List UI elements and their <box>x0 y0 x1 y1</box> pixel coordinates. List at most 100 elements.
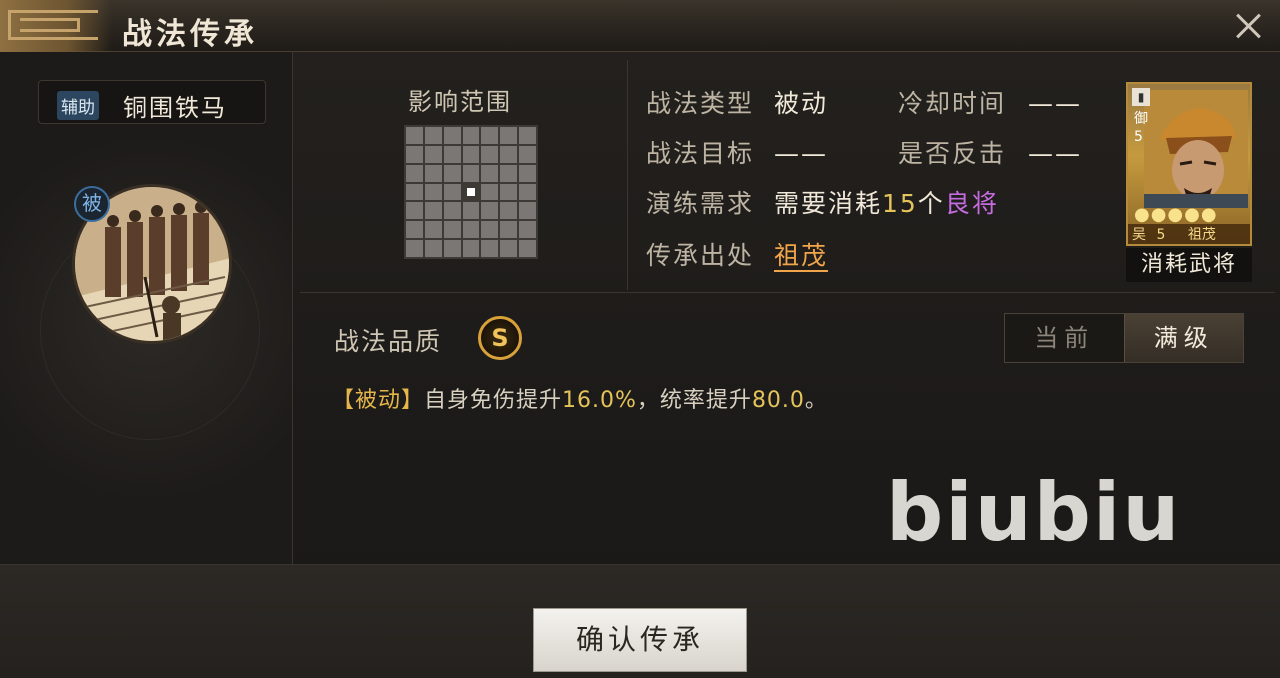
range-cell <box>519 127 536 144</box>
range-cell <box>500 202 518 220</box>
range-cell-center <box>466 187 476 197</box>
hero-stars: ●●●●● <box>1134 204 1218 225</box>
skill-type-tag: 辅助 <box>57 91 99 120</box>
hero-name: 祖茂 <box>1187 227 1216 243</box>
info-row-cooldown: 冷却时间 —— <box>898 84 1082 120</box>
range-cell <box>424 164 442 182</box>
range-cell <box>443 164 461 182</box>
desc-num2: 80.0 <box>751 388 805 413</box>
range-cell <box>424 127 442 144</box>
hero-card[interactable]: ▮ 御5 ●●●●● 吴 5 祖茂 <box>1126 82 1252 246</box>
divider <box>300 292 1275 293</box>
range-grid <box>404 125 538 259</box>
target-value: —— <box>773 139 828 168</box>
skill-name-box: 辅助 铜围铁马 <box>38 80 266 124</box>
range-cell <box>462 240 480 257</box>
info-row-target: 战法目标 —— <box>646 134 828 170</box>
dialog-title: 战法传承 <box>122 17 258 52</box>
range-cell <box>462 164 480 182</box>
range-cell <box>406 164 423 182</box>
range-cell <box>424 202 442 220</box>
req-unit: 个 <box>917 189 945 218</box>
type-value: 被动 <box>773 89 828 118</box>
quality-grade-badge: S <box>478 316 522 360</box>
range-cell <box>500 183 518 201</box>
req-prefix: 需要消耗 <box>773 189 882 218</box>
range-cell <box>519 164 536 182</box>
range-cell <box>481 145 499 163</box>
counter-value: —— <box>1027 139 1082 168</box>
passive-badge: 被 <box>74 186 110 222</box>
hero-card-bottom: 吴 5 祖茂 <box>1128 224 1250 244</box>
type-label: 战法类型 <box>646 89 755 118</box>
tab-current[interactable]: 当前 <box>1005 314 1124 362</box>
range-cell <box>424 183 442 201</box>
hero-portrait-image <box>1144 90 1248 208</box>
watermark: biubiu <box>886 466 1182 559</box>
desc-text2: ，统率提升 <box>636 388 752 413</box>
inheritance-dialog: 战法传承 辅助 铜围铁马 被 影响范围 战法类型 被动 冷却时间 —— 战法目标… <box>0 0 1280 678</box>
range-cell <box>406 145 423 163</box>
range-cell <box>500 240 518 257</box>
skill-name: 铜围铁马 <box>123 94 227 122</box>
range-cell <box>519 202 536 220</box>
range-cell <box>481 127 499 144</box>
level-toggle: 当前 满级 <box>1004 313 1244 363</box>
range-cell <box>519 221 536 239</box>
range-cell <box>500 127 518 144</box>
confirm-inherit-button[interactable]: 确认传承 <box>533 608 747 672</box>
range-cell <box>519 145 536 163</box>
source-hero-link[interactable]: 祖茂 <box>773 241 828 272</box>
skill-description: 【被动】自身免伤提升16.0%，统率提升80.0。 <box>332 382 828 414</box>
range-cell <box>443 183 461 201</box>
range-cell <box>406 202 423 220</box>
quality-label: 战法品质 <box>334 327 443 356</box>
title-ornament-icon <box>0 0 112 52</box>
desc-num1: 16.0% <box>562 388 637 413</box>
range-cell <box>424 221 442 239</box>
desc-text3: 。 <box>804 388 828 413</box>
range-cell <box>406 183 423 201</box>
range-cell <box>519 183 536 201</box>
range-cell <box>481 202 499 220</box>
army-type-icon: ▮ <box>1132 88 1150 106</box>
req-label: 演练需求 <box>646 189 755 218</box>
range-cell <box>462 221 480 239</box>
divider <box>627 60 628 290</box>
range-cell <box>443 202 461 220</box>
info-row-type: 战法类型 被动 <box>646 84 828 120</box>
range-cell <box>500 145 518 163</box>
close-icon[interactable] <box>1230 8 1266 44</box>
desc-tag: 【被动】 <box>332 388 425 413</box>
hero-faction: 吴 <box>1132 227 1146 243</box>
cooldown-label: 冷却时间 <box>898 89 1007 118</box>
info-row-counter: 是否反击 —— <box>898 134 1082 170</box>
range-cell <box>462 145 480 163</box>
range-cell <box>443 221 461 239</box>
cooldown-value: —— <box>1027 89 1082 118</box>
source-label: 传承出处 <box>646 241 755 270</box>
range-cell <box>406 221 423 239</box>
range-cell <box>519 240 536 257</box>
range-cell <box>481 183 499 201</box>
range-cell <box>443 240 461 257</box>
req-item: 良将 <box>944 189 999 218</box>
hero-cost: 5 <box>1156 227 1166 243</box>
range-cell <box>481 240 499 257</box>
range-cell <box>462 202 480 220</box>
range-cell <box>443 127 461 144</box>
info-row-requirement: 演练需求 需要消耗15个良将 <box>646 184 999 220</box>
range-cell <box>500 164 518 182</box>
range-cell <box>424 145 442 163</box>
range-cell <box>406 240 423 257</box>
range-cell <box>406 127 423 144</box>
desc-text1: 自身免伤提升 <box>424 388 563 413</box>
range-cell <box>424 240 442 257</box>
hero-side-text: 御5 <box>1134 111 1148 145</box>
tab-max-level[interactable]: 满级 <box>1123 314 1243 362</box>
hero-caption: 消耗武将 <box>1126 248 1252 282</box>
range-cell <box>443 145 461 163</box>
counter-label: 是否反击 <box>898 139 1007 168</box>
range-cell <box>481 164 499 182</box>
title-bar: 战法传承 <box>0 0 1280 52</box>
